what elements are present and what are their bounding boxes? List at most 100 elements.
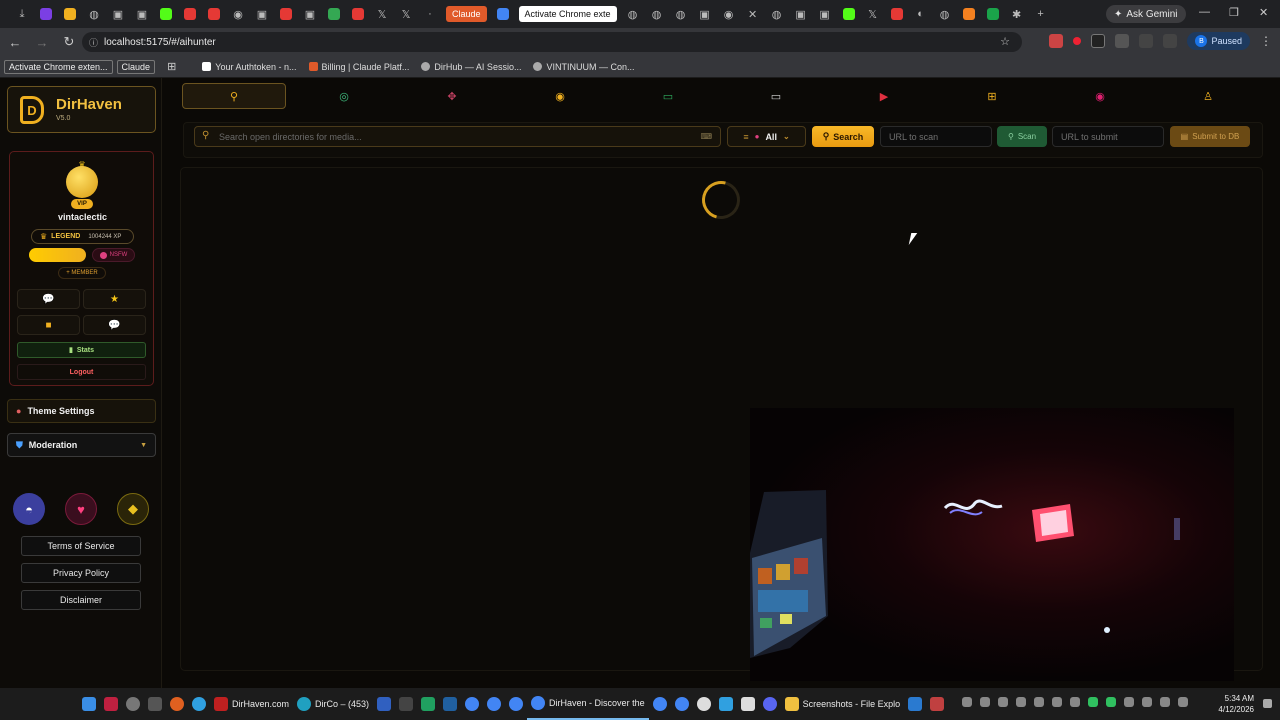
nav-grid[interactable]: ⊞ [938, 83, 1046, 109]
taskbar-app[interactable] [671, 688, 693, 720]
tab-favicon-github[interactable]: ◐ [909, 0, 933, 28]
logo-card[interactable]: D DirHaven V5.0 [7, 86, 156, 133]
logout-button[interactable]: Logout [17, 364, 146, 380]
moderation-dropdown[interactable]: ⛊ Moderation ▼ [7, 433, 156, 457]
nsfw-toggle[interactable]: NSFW [92, 248, 135, 262]
tab-favicon-generic[interactable]: ▣ [298, 0, 322, 28]
tab-favicon-youtube[interactable] [178, 0, 202, 28]
tab-favicon-x[interactable]: 𝕏 [861, 0, 885, 28]
tab-favicon-generic[interactable]: ▣ [813, 0, 837, 28]
tab-favicon-generic[interactable]: ▣ [693, 0, 717, 28]
tab-favicon-generic[interactable]: ▣ [250, 0, 274, 28]
taskbar-dirco[interactable]: DirCo – (453) [293, 688, 373, 720]
taskbar-app[interactable] [926, 688, 948, 720]
tab-favicon-x[interactable]: 𝕏 [394, 0, 418, 28]
nav-network[interactable]: ✥ [398, 83, 506, 109]
discord-button[interactable]: ◓ [13, 493, 45, 525]
bookmark-chip[interactable]: Claude [116, 59, 156, 74]
tab-favicon-kick[interactable] [154, 0, 178, 28]
notification-icon[interactable] [1263, 699, 1272, 708]
taskbar-app[interactable] [395, 688, 417, 720]
taskbar-app[interactable] [166, 688, 188, 720]
tray-icon[interactable] [962, 697, 972, 707]
url-scan-input[interactable]: URL to scan [880, 126, 992, 147]
nav-search[interactable]: ⚲ [182, 83, 286, 109]
bookmark-star-icon[interactable]: ☆ [1000, 35, 1010, 48]
kebab-menu-icon[interactable]: ⋮ [1260, 34, 1272, 48]
site-info-icon[interactable]: ⓘ [89, 36, 98, 49]
tray-icon[interactable] [1106, 697, 1116, 707]
extension-icon[interactable] [1073, 37, 1082, 45]
nav-radar[interactable]: ◎ [290, 83, 398, 109]
tab-favicon-globe[interactable]: ◍ [82, 0, 106, 28]
bookmark-chip[interactable]: Activate Chrome exten... [4, 59, 113, 74]
tab-favicon-dirhaven[interactable] [58, 0, 82, 28]
tab-favicon-globe[interactable]: ◍ [933, 0, 957, 28]
taskbar-app[interactable] [461, 688, 483, 720]
tab-favicon-dark[interactable]: · [418, 0, 442, 28]
clock[interactable]: 5:34 AM 4/12/2026 [1218, 693, 1254, 715]
taskbar-app[interactable] [715, 688, 737, 720]
tray-icon[interactable] [998, 697, 1008, 707]
taskbar-app[interactable] [144, 688, 166, 720]
start-button[interactable] [78, 688, 100, 720]
privacy-link[interactable]: Privacy Policy [21, 563, 141, 583]
tray-icon[interactable] [980, 697, 990, 707]
tray-icon[interactable] [1088, 697, 1098, 707]
puzzle-icon[interactable] [1115, 34, 1130, 48]
url-submit-input[interactable]: URL to submit [1052, 126, 1164, 147]
category-filter[interactable]: ≡ ● All ⌄ [727, 126, 806, 147]
taskbar-app[interactable] [759, 688, 781, 720]
bookmark-item[interactable]: VINTINUUM — Con... [533, 62, 634, 72]
tab-favicon-youtube[interactable] [202, 0, 226, 28]
speaker-icon[interactable] [1160, 697, 1170, 707]
window-close-icon[interactable]: ✕ [1259, 6, 1268, 19]
ask-gemini-button[interactable]: ✦ Ask Gemini [1106, 5, 1186, 23]
tab-favicon-google[interactable]: ◉ [226, 0, 250, 28]
tab-favicon-star[interactable]: ✱ [1005, 0, 1029, 28]
taskbar-dirhaven-chrome[interactable]: DirHaven - Discover the [527, 688, 649, 720]
battery-icon[interactable] [1178, 697, 1188, 707]
taskbar-app[interactable] [100, 688, 122, 720]
taskbar-app[interactable] [417, 688, 439, 720]
taskbar-app[interactable] [737, 688, 759, 720]
close-icon[interactable]: ✕ [741, 0, 765, 28]
tab-favicon-youtube[interactable] [274, 0, 298, 28]
restore-icon[interactable]: ❐ [1229, 6, 1239, 19]
tab-favicon-x[interactable]: 𝕏 [370, 0, 394, 28]
search-button[interactable]: ⚲ Search [812, 126, 874, 147]
tab-favicon-globe[interactable]: ◍ [765, 0, 789, 28]
tab-favicon-globe[interactable]: ◍ [645, 0, 669, 28]
taskbar-app[interactable] [649, 688, 671, 720]
search-input[interactable]: ⚲ Search open directories for media... ⌨ [194, 126, 721, 147]
reading-list-icon[interactable] [1163, 34, 1178, 48]
minimize-icon[interactable]: — [1199, 6, 1210, 18]
taskbar-app[interactable] [904, 688, 926, 720]
bookmark-item[interactable]: DirHub — AI Sessio... [421, 62, 521, 72]
tab-active[interactable]: Activate Chrome exte [518, 6, 617, 22]
tab-favicon-purple[interactable] [34, 0, 58, 28]
theme-toggle[interactable] [29, 248, 86, 262]
tab-favicon-globe[interactable]: ◍ [669, 0, 693, 28]
video-preview[interactable] [750, 408, 1234, 681]
tab-favicon-generic[interactable]: ▣ [130, 0, 154, 28]
premium-button[interactable]: ◆ [117, 493, 149, 525]
keyboard-icon[interactable]: ⌨ [700, 132, 712, 141]
nav-games[interactable]: ▭ [614, 83, 722, 109]
stats-button[interactable]: ▮ Stats [17, 342, 146, 358]
tab-favicon-shield[interactable] [981, 0, 1005, 28]
taskbar-app[interactable] [188, 688, 210, 720]
tab-favicon-globe[interactable]: ◍ [621, 0, 645, 28]
nav-music[interactable]: ◉ [1046, 83, 1154, 109]
taskbar-explorer[interactable]: Screenshots - File Explo [781, 688, 905, 720]
extension-icon[interactable] [1049, 34, 1064, 48]
messages-button[interactable]: 💬 [83, 315, 146, 335]
taskbar-app[interactable] [693, 688, 715, 720]
tray-icon[interactable] [1016, 697, 1026, 707]
avatar[interactable] [66, 166, 98, 198]
apps-grid-icon[interactable]: ⊞ [167, 60, 176, 73]
taskbar-app[interactable] [505, 688, 527, 720]
tab-favicon-generic[interactable]: ▣ [106, 0, 130, 28]
terms-link[interactable]: Terms of Service [21, 536, 141, 556]
tab-favicon-generic[interactable]: ▣ [789, 0, 813, 28]
